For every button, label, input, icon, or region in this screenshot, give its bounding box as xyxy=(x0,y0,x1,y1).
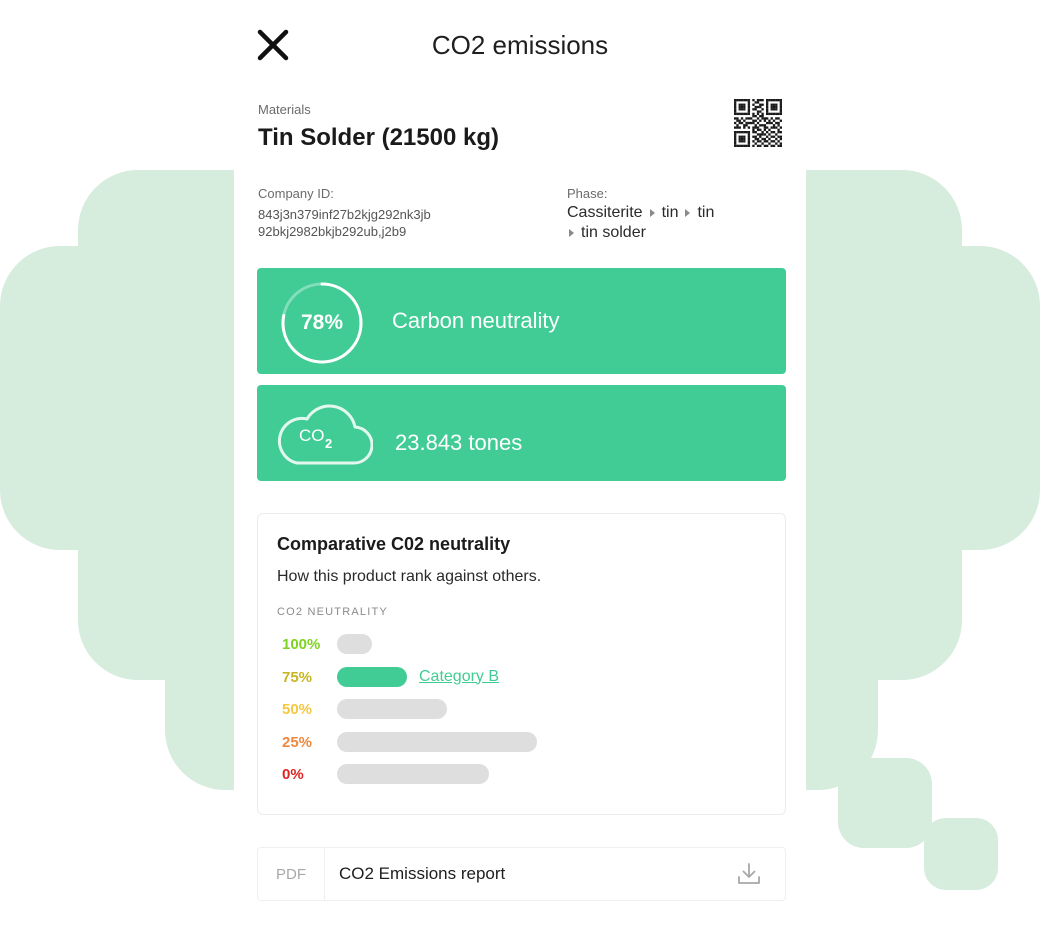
comparison-bar xyxy=(337,666,407,687)
comparison-bar xyxy=(337,634,372,654)
company-id-value: 843j3n379inf27b2kjg292nk3jb 92bkj2982bkj… xyxy=(258,206,498,240)
comparison-row: 100% xyxy=(277,634,757,654)
neutrality-percent: 78% xyxy=(300,311,344,334)
phase-step: tin xyxy=(697,204,715,221)
cloud-co2-text: CO xyxy=(299,426,325,445)
qr-code-icon[interactable] xyxy=(734,99,782,147)
comparison-row-percent: 75% xyxy=(282,668,313,686)
phase-step: tin solder xyxy=(581,224,646,241)
download-icon[interactable] xyxy=(736,861,762,887)
carbon-neutrality-card[interactable]: 78% Carbon neutrality xyxy=(257,268,786,374)
phase-step: tin xyxy=(661,204,679,221)
comparison-row: 75% Category B xyxy=(277,666,757,687)
company-id-line: 843j3n379inf27b2kjg292nk3jb xyxy=(258,207,431,222)
material-name: Tin Solder (21500 kg) xyxy=(258,124,499,151)
company-id-line: 92bkj2982bkjb292ub,j2b9 xyxy=(258,224,407,239)
background-blob xyxy=(838,758,932,848)
report-label: CO2 Emissions report xyxy=(339,864,506,883)
page-title: CO2 emissions xyxy=(431,30,609,60)
co2-amount-card[interactable]: CO 2 23.843 tones xyxy=(257,385,786,481)
download-report-button[interactable]: PDF CO2 Emissions report xyxy=(257,847,786,901)
comparison-bar xyxy=(337,731,537,752)
phase-step: Cassiterite xyxy=(567,204,643,221)
comparison-row-percent: 100% xyxy=(282,636,321,653)
category-link[interactable]: Category B xyxy=(419,668,499,686)
cloud-co2-subscript: 2 xyxy=(325,436,332,451)
comparison-row: 50% xyxy=(277,699,757,719)
phase-steps: Cassiterite tin tin xyxy=(567,204,714,222)
background-blob xyxy=(924,818,998,890)
arrow-right-icon xyxy=(569,229,574,237)
co2-amount-label: 23.843 tones xyxy=(395,430,523,455)
arrow-right-icon xyxy=(649,209,655,217)
comparison-bar xyxy=(337,699,447,719)
materials-label: Materials xyxy=(258,102,311,117)
phase-label: Phase: xyxy=(567,186,608,201)
company-id-label: Company ID: xyxy=(258,186,334,201)
comparison-title: Comparative C02 neutrality xyxy=(277,534,511,554)
comparison-axis-label: CO2 NEUTRALITY xyxy=(277,606,388,618)
comparison-row-percent: 25% xyxy=(282,733,313,751)
arrow-right-icon xyxy=(685,209,691,217)
emissions-screen: CO2 emissions Materials Tin Solder (2150… xyxy=(234,0,806,928)
comparison-row-percent: 50% xyxy=(282,701,313,718)
comparative-neutrality-card: Comparative C02 neutrality How this prod… xyxy=(257,513,786,815)
comparison-row: 0% xyxy=(277,764,757,784)
phase-steps: tin solder xyxy=(567,224,646,242)
comparison-row: 25% xyxy=(277,731,757,752)
pdf-tag: PDF xyxy=(258,848,325,900)
background-blob xyxy=(880,246,1040,550)
comparison-subtitle: How this product rank against others. xyxy=(277,568,542,585)
comparison-row-percent: 0% xyxy=(282,766,304,783)
background-blob xyxy=(0,246,160,550)
cloud-co2-icon: CO 2 xyxy=(277,404,373,465)
neutrality-label: Carbon neutrality xyxy=(392,308,560,333)
comparison-bar xyxy=(337,764,489,784)
